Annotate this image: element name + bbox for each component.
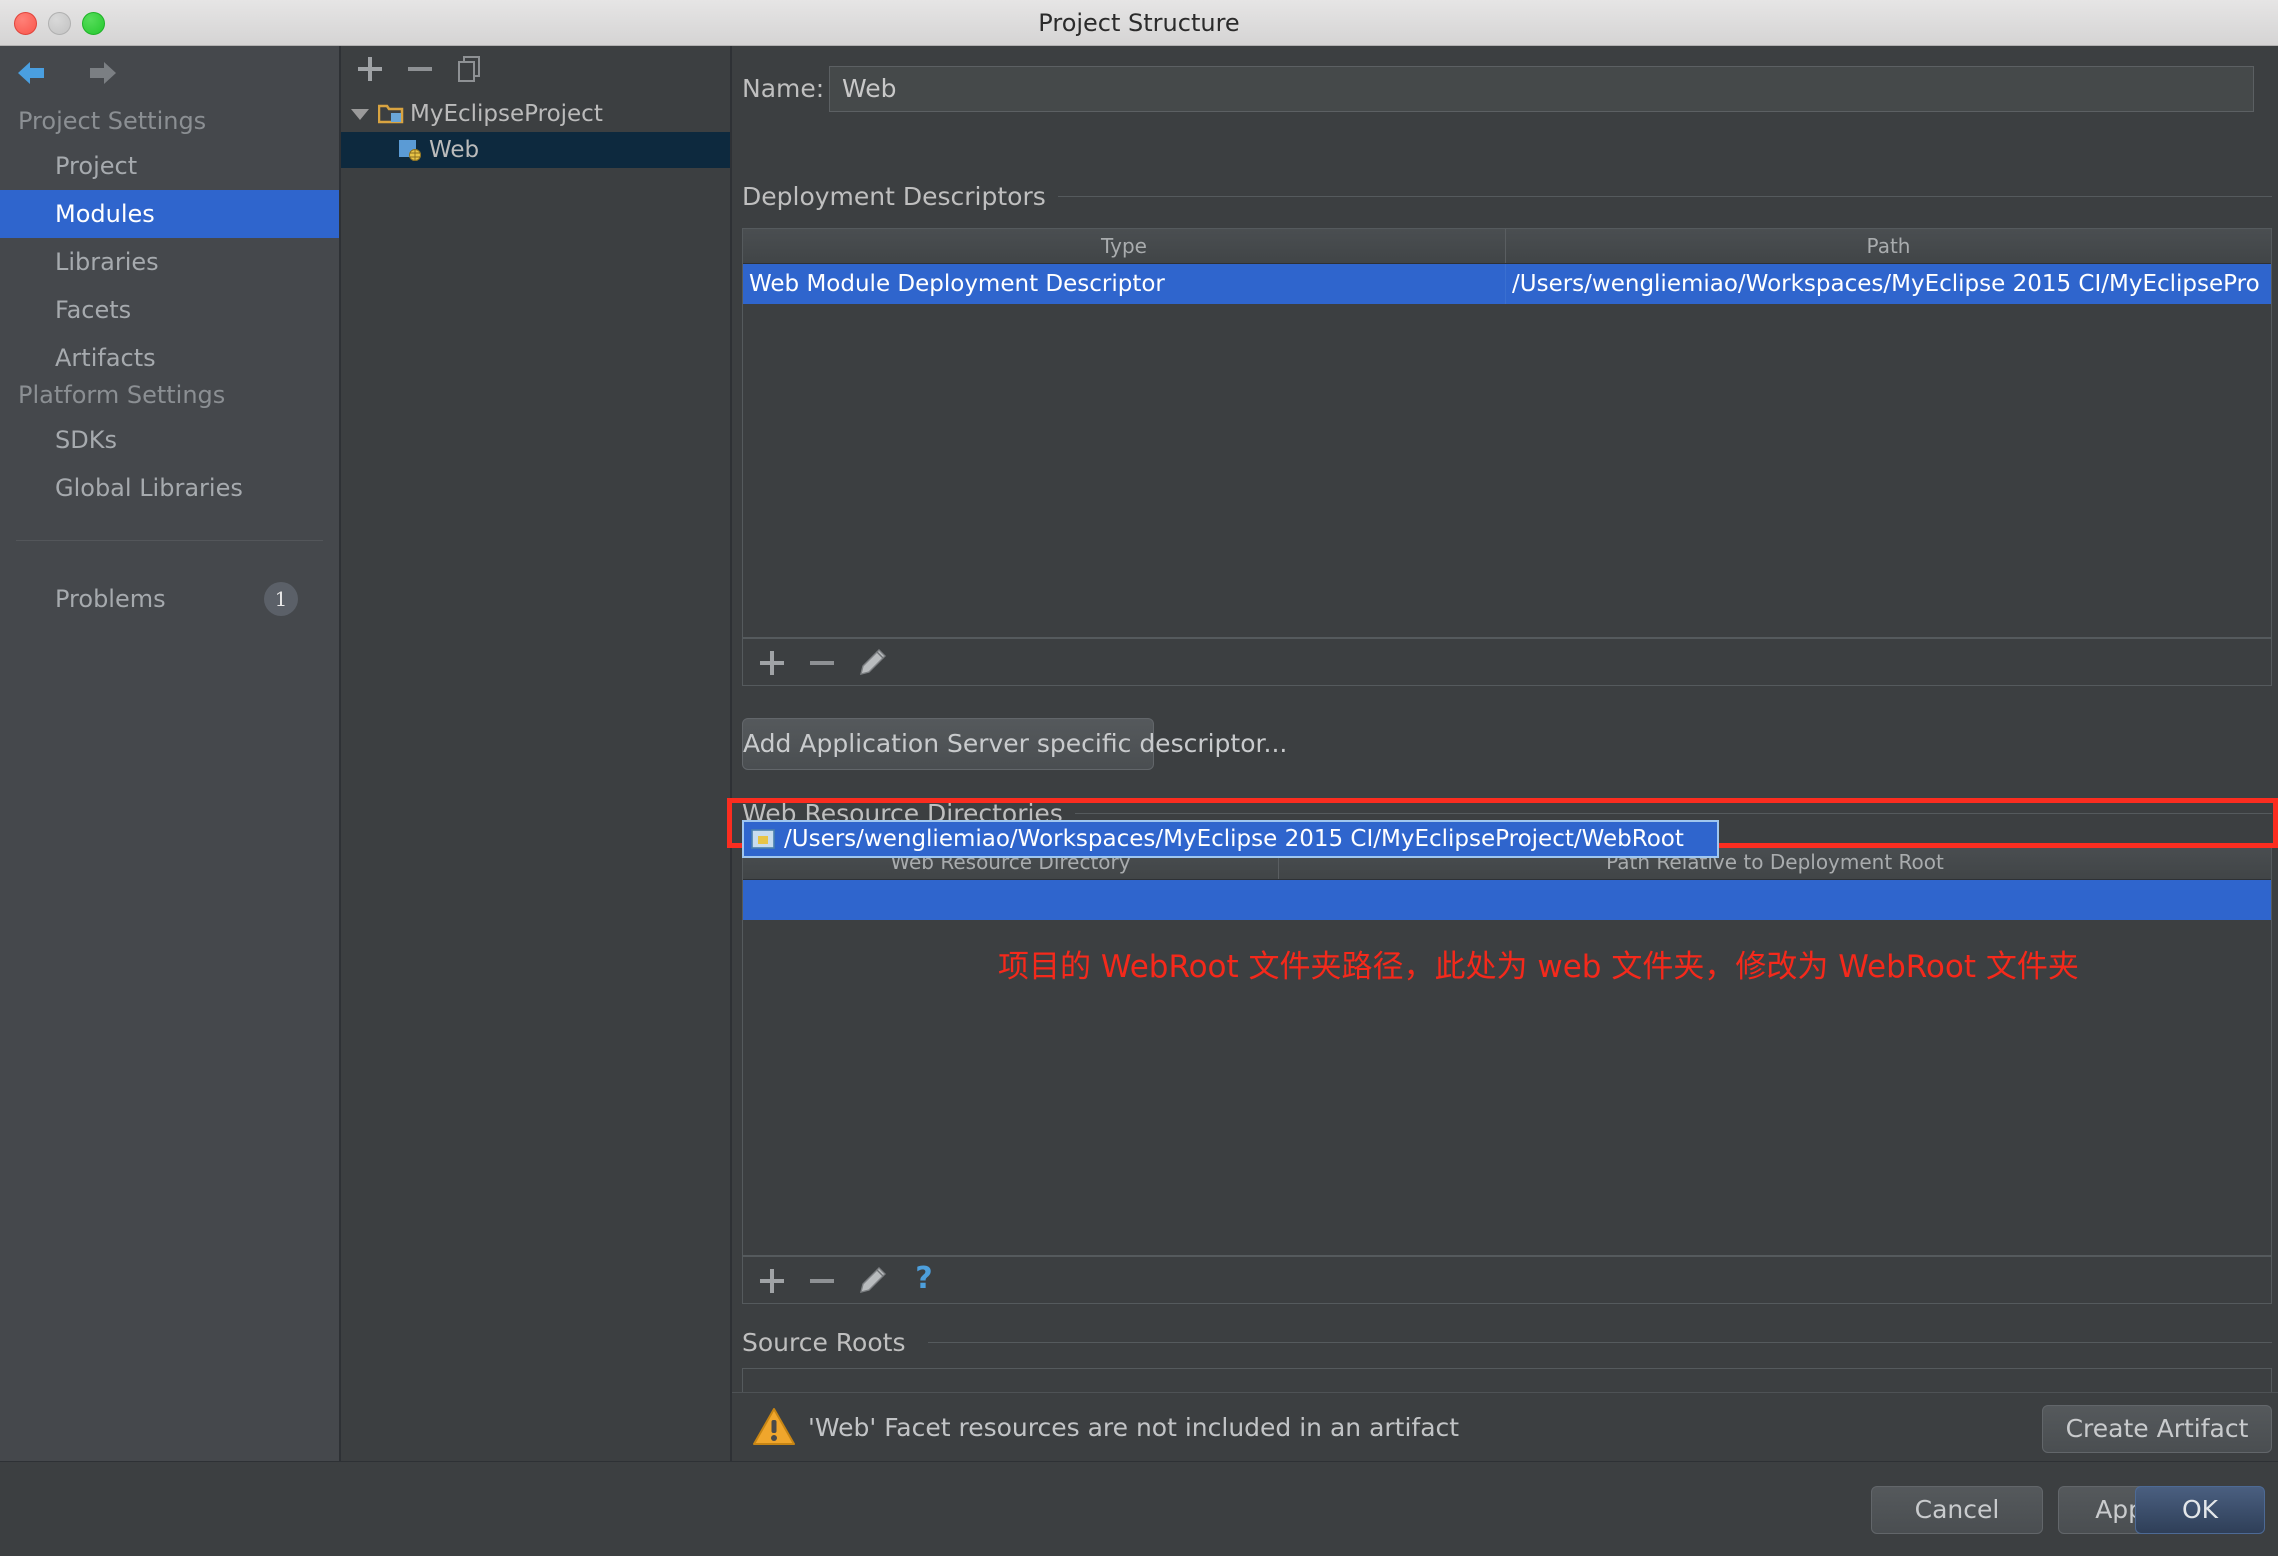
sidebar-item-problems[interactable]: Problems 1 bbox=[0, 575, 339, 623]
web-resource-directories-rule bbox=[1052, 813, 2272, 814]
module-name-input[interactable]: Web bbox=[829, 66, 2254, 112]
sidebar-nav-arrows[interactable] bbox=[14, 58, 120, 90]
sidebar-group-header-platform: Platform Settings bbox=[18, 381, 226, 409]
create-artifact-button[interactable]: Create Artifact bbox=[2042, 1405, 2272, 1453]
web-facet-icon bbox=[397, 138, 423, 162]
web-resource-directories-toolbar: ? bbox=[742, 1256, 2272, 1304]
cell-type[interactable]: Web Module Deployment Descriptor bbox=[743, 264, 1505, 304]
back-arrow-icon[interactable] bbox=[14, 58, 54, 90]
add-web-resource-button[interactable] bbox=[755, 1264, 789, 1298]
web-resource-directories-table[interactable]: Web Resource Directory Path Relative to … bbox=[742, 844, 2272, 1256]
remove-module-button[interactable] bbox=[403, 52, 437, 86]
sidebar-group-project-settings: Project Settings Project Modules Librari… bbox=[0, 100, 339, 382]
module-settings-panel: Name: Web Deployment Descriptors Type Pa… bbox=[732, 46, 2278, 1461]
remove-descriptor-button[interactable] bbox=[805, 646, 839, 680]
settings-sidebar: Project Settings Project Modules Librari… bbox=[0, 46, 340, 1548]
column-header-type[interactable]: Type bbox=[743, 229, 1505, 263]
deployment-descriptors-rule bbox=[1034, 196, 2272, 197]
tree-divider-vertical bbox=[731, 46, 732, 1461]
ok-button[interactable]: OK bbox=[2135, 1486, 2265, 1534]
web-resource-directory-value: /Users/wengliemiao/Workspaces/MyEclipse … bbox=[784, 826, 1684, 852]
remove-web-resource-button[interactable] bbox=[805, 1264, 839, 1298]
source-roots-rule bbox=[928, 1342, 2272, 1343]
table-row[interactable] bbox=[743, 880, 2271, 920]
problems-count-badge: 1 bbox=[264, 582, 298, 616]
module-tree-panel: MyEclipseProject Web bbox=[341, 46, 731, 1461]
sidebar-item-problems-label: Problems bbox=[55, 585, 166, 613]
sidebar-item-project[interactable]: Project bbox=[0, 142, 339, 190]
artifact-warning-bar: 'Web' Facet resources are not included i… bbox=[732, 1392, 2278, 1462]
sidebar-item-modules[interactable]: Modules bbox=[0, 190, 339, 238]
column-header-path[interactable]: Path bbox=[1505, 229, 2271, 263]
web-resource-help-button[interactable]: ? bbox=[907, 1264, 941, 1298]
chevron-down-icon[interactable] bbox=[351, 108, 369, 120]
dialog-footer: Cancel Apply OK bbox=[0, 1461, 2278, 1556]
artifact-warning-text: 'Web' Facet resources are not included i… bbox=[808, 1413, 1460, 1442]
tree-node-label: Web bbox=[429, 137, 480, 163]
source-roots-title: Source Roots bbox=[742, 1328, 918, 1357]
sidebar-item-sdks[interactable]: SDKs bbox=[0, 416, 339, 464]
sidebar-item-facets[interactable]: Facets bbox=[0, 286, 339, 334]
sidebar-divider bbox=[16, 540, 323, 541]
module-name-row: Name: Web bbox=[732, 64, 2278, 114]
tree-node-label: MyEclipseProject bbox=[410, 101, 603, 127]
deployment-descriptors-title: Deployment Descriptors bbox=[742, 182, 1058, 211]
add-module-button[interactable] bbox=[353, 52, 387, 86]
edit-descriptor-button[interactable] bbox=[855, 646, 889, 680]
annotation-text: 项目的 WebRoot 文件夹路径，此处为 web 文件夹，修改为 WebRoo… bbox=[998, 949, 2079, 985]
add-descriptor-button[interactable] bbox=[755, 646, 789, 680]
sidebar-item-global-libraries[interactable]: Global Libraries bbox=[0, 464, 339, 512]
copy-module-button[interactable] bbox=[453, 52, 487, 86]
web-resource-directory-editor[interactable]: /Users/wengliemiao/Workspaces/MyEclipse … bbox=[742, 820, 1719, 858]
sidebar-item-libraries[interactable]: Libraries bbox=[0, 238, 339, 286]
sidebar-group-header: Project Settings bbox=[18, 107, 207, 135]
module-tree-toolbar bbox=[341, 46, 731, 90]
table-row[interactable]: Web Module Deployment Descriptor /Users/… bbox=[743, 264, 2271, 304]
table-header-row: Type Path bbox=[743, 229, 2271, 264]
tree-node-web[interactable]: Web bbox=[341, 132, 730, 168]
edit-web-resource-button[interactable] bbox=[855, 1264, 889, 1298]
tree-node-myeclipseproject[interactable]: MyEclipseProject bbox=[341, 96, 730, 132]
deployment-descriptors-table[interactable]: Type Path Web Module Deployment Descript… bbox=[742, 228, 2272, 638]
forward-arrow-icon[interactable] bbox=[80, 58, 120, 90]
deployment-descriptors-toolbar bbox=[742, 638, 2272, 686]
project-folder-icon bbox=[377, 102, 404, 126]
cell-path[interactable]: /Users/wengliemiao/Workspaces/MyEclipse … bbox=[1505, 264, 2271, 304]
module-name-label: Name: bbox=[742, 74, 825, 103]
sidebar-divider-vertical bbox=[340, 46, 341, 1461]
folder-icon bbox=[750, 827, 776, 851]
add-server-descriptor-button[interactable]: Add Application Server specific descript… bbox=[742, 718, 1287, 770]
cancel-button[interactable]: Cancel bbox=[1871, 1486, 2043, 1534]
sidebar-group-platform-settings: Platform Settings SDKs Global Libraries bbox=[0, 374, 339, 512]
window-title-bar: Project Structure bbox=[0, 0, 2278, 46]
warning-triangle-icon bbox=[752, 1406, 796, 1452]
window-title: Project Structure bbox=[1038, 9, 1240, 37]
